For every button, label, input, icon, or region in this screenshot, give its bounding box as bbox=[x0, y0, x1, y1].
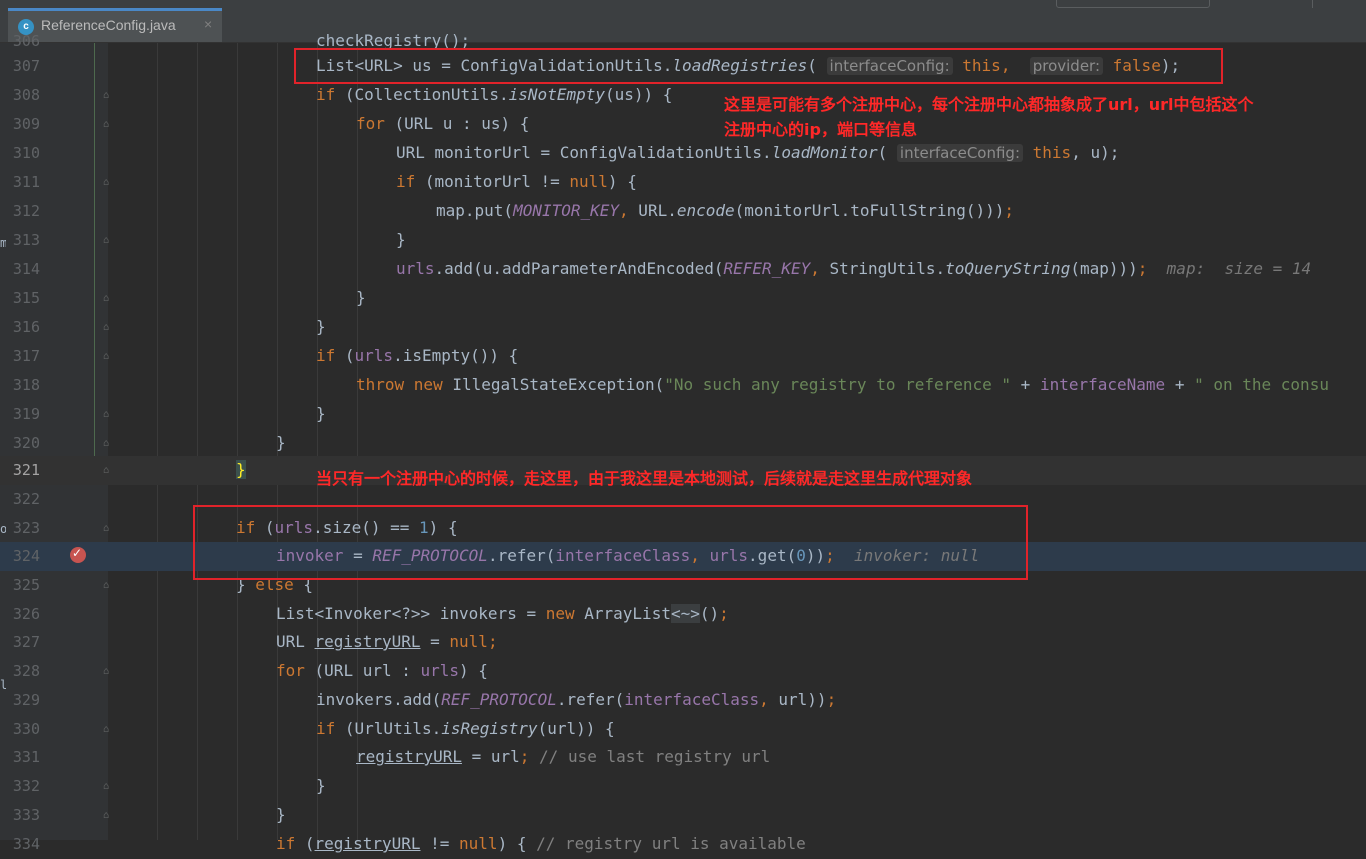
code-line[interactable]: 319 ⌂ } bbox=[0, 400, 1366, 429]
fold-icon[interactable]: ⌂ bbox=[100, 465, 112, 477]
line-code: if (CollectionUtils.isNotEmpty(us)) { bbox=[316, 85, 673, 104]
line-number: 320 bbox=[12, 434, 40, 452]
fold-icon[interactable]: ⌂ bbox=[100, 293, 112, 305]
line-number: 314 bbox=[12, 260, 40, 278]
line-number: 319 bbox=[12, 405, 40, 423]
code-line[interactable]: 314 urls.add(u.addParameterAndEncoded(RE… bbox=[0, 255, 1366, 284]
line-number: 334 bbox=[12, 835, 40, 853]
line-number: 310 bbox=[12, 144, 40, 162]
line-number: 324 bbox=[12, 547, 40, 565]
line-code: URL monitorUrl = ConfigValidationUtils.l… bbox=[396, 143, 1120, 162]
fold-icon[interactable]: ⌂ bbox=[100, 119, 112, 131]
annotation-note-registries: 这里是可能有多个注册中心，每个注册中心都抽象成了url，url中包括这个 bbox=[724, 95, 1254, 114]
line-number: 321 bbox=[12, 461, 40, 479]
line-number: 325 bbox=[12, 576, 40, 594]
line-number: 323 bbox=[12, 519, 40, 537]
fold-icon[interactable]: ⌂ bbox=[100, 351, 112, 363]
line-number: 311 bbox=[12, 173, 40, 191]
line-number: 312 bbox=[12, 202, 40, 220]
line-number: 317 bbox=[12, 347, 40, 365]
line-code: List<Invoker<?>> invokers = new ArrayLis… bbox=[276, 604, 729, 623]
toolbar-widget[interactable] bbox=[1056, 0, 1210, 8]
code-line[interactable]: 334 if (registryURL != null) { // regist… bbox=[0, 830, 1366, 859]
fold-icon[interactable]: ⌂ bbox=[100, 177, 112, 189]
line-number: 307 bbox=[12, 57, 40, 75]
fold-icon[interactable]: ⌂ bbox=[100, 724, 112, 736]
line-code: } bbox=[276, 433, 286, 452]
line-number: 322 bbox=[12, 490, 40, 508]
fold-icon[interactable]: ⌂ bbox=[100, 666, 112, 678]
fold-icon[interactable]: ⌂ bbox=[100, 810, 112, 822]
code-line[interactable]: 332 ⌂ } bbox=[0, 772, 1366, 801]
code-line[interactable]: 315 ⌂ } bbox=[0, 284, 1366, 313]
fold-icon[interactable]: ⌂ bbox=[100, 580, 112, 592]
line-number: 330 bbox=[12, 720, 40, 738]
code-line[interactable]: 311 ⌂ if (monitorUrl != null) { bbox=[0, 168, 1366, 197]
matched-brace: } bbox=[236, 460, 246, 479]
line-code: if (monitorUrl != null) { bbox=[396, 172, 637, 191]
line-code: } bbox=[316, 317, 326, 336]
code-line[interactable]: 317 ⌂ if (urls.isEmpty()) { bbox=[0, 342, 1366, 371]
code-line[interactable]: 329 invokers.add(REF_PROTOCOL.refer(inte… bbox=[0, 686, 1366, 715]
line-code: urls.add(u.addParameterAndEncoded(REFER_… bbox=[396, 259, 1312, 278]
line-number: 328 bbox=[12, 662, 40, 680]
line-code: for (URL u : us) { bbox=[356, 114, 530, 133]
code-line[interactable]: 328 ⌂ for (URL url : urls) { bbox=[0, 657, 1366, 686]
annotation-box-single-registry bbox=[193, 505, 1028, 580]
line-number: 316 bbox=[12, 318, 40, 336]
fold-icon[interactable]: ⌂ bbox=[100, 322, 112, 334]
line-code: URL registryURL = null; bbox=[276, 632, 498, 651]
line-code: if (registryURL != null) { // registry u… bbox=[276, 834, 806, 853]
line-number: 308 bbox=[12, 86, 40, 104]
line-number: 318 bbox=[12, 376, 40, 394]
line-number: 332 bbox=[12, 777, 40, 795]
line-number: 313 bbox=[12, 231, 40, 249]
line-number: 331 bbox=[12, 748, 40, 766]
fold-icon[interactable]: ⌂ bbox=[100, 90, 112, 102]
fold-icon[interactable]: ⌂ bbox=[100, 438, 112, 450]
code-line[interactable]: 310 URL monitorUrl = ConfigValidationUti… bbox=[0, 139, 1366, 168]
code-line[interactable]: 330 ⌂ if (UrlUtils.isRegistry(url)) { bbox=[0, 715, 1366, 744]
line-number: 327 bbox=[12, 633, 40, 651]
line-code: } bbox=[276, 805, 286, 824]
line-number: 333 bbox=[12, 806, 40, 824]
fold-icon[interactable]: ⌂ bbox=[100, 409, 112, 421]
code-line[interactable]: 312 map.put(MONITOR_KEY, URL.encode(moni… bbox=[0, 197, 1366, 226]
code-line[interactable]: 316 ⌂ } bbox=[0, 313, 1366, 342]
toolbar-divider bbox=[1312, 0, 1313, 8]
line-code: } bbox=[356, 288, 366, 307]
breakpoint-check-icon: ✓ bbox=[72, 546, 83, 560]
code-line[interactable]: 327 URL registryURL = null; bbox=[0, 628, 1366, 657]
line-code: if (urls.isEmpty()) { bbox=[316, 346, 519, 365]
line-number: 309 bbox=[12, 115, 40, 133]
line-code: invokers.add(REF_PROTOCOL.refer(interfac… bbox=[316, 690, 837, 709]
fold-icon[interactable]: ⌂ bbox=[100, 523, 112, 535]
line-number: 315 bbox=[12, 289, 40, 307]
code-line[interactable]: 313 ⌂ } bbox=[0, 226, 1366, 255]
line-code: throw new IllegalStateException("No such… bbox=[356, 375, 1329, 394]
code-line[interactable]: 320 ⌂ } bbox=[0, 429, 1366, 458]
annotation-note-registries-2: 注册中心的ip，端口等信息 bbox=[724, 120, 917, 139]
line-code: if (UrlUtils.isRegistry(url)) { bbox=[316, 719, 615, 738]
code-line[interactable]: 333 ⌂ } bbox=[0, 801, 1366, 830]
line-code: } bbox=[396, 230, 406, 249]
line-number: 306 bbox=[12, 32, 40, 50]
fold-icon[interactable]: ⌂ bbox=[100, 235, 112, 247]
line-code: } bbox=[316, 776, 326, 795]
line-code: registryURL = url; // use last registry … bbox=[356, 747, 771, 766]
line-number: 329 bbox=[12, 691, 40, 709]
code-line[interactable]: 318 throw new IllegalStateException("No … bbox=[0, 371, 1366, 400]
line-code: map.put(MONITOR_KEY, URL.encode(monitorU… bbox=[436, 201, 1014, 220]
code-line[interactable]: 326 List<Invoker<?>> invokers = new Arra… bbox=[0, 600, 1366, 629]
annotation-box-registries bbox=[294, 48, 1223, 84]
line-code: } bbox=[316, 404, 326, 423]
annotation-note-single-registry: 当只有一个注册中心的时候，走这里，由于我这里是本地测试，后续就是走这里生成代理对… bbox=[316, 469, 973, 488]
line-code: for (URL url : urls) { bbox=[276, 661, 488, 680]
line-code: } bbox=[236, 460, 246, 480]
fold-icon[interactable]: ⌂ bbox=[100, 781, 112, 793]
code-line[interactable]: 331 registryURL = url; // use last regis… bbox=[0, 743, 1366, 772]
line-number: 326 bbox=[12, 605, 40, 623]
